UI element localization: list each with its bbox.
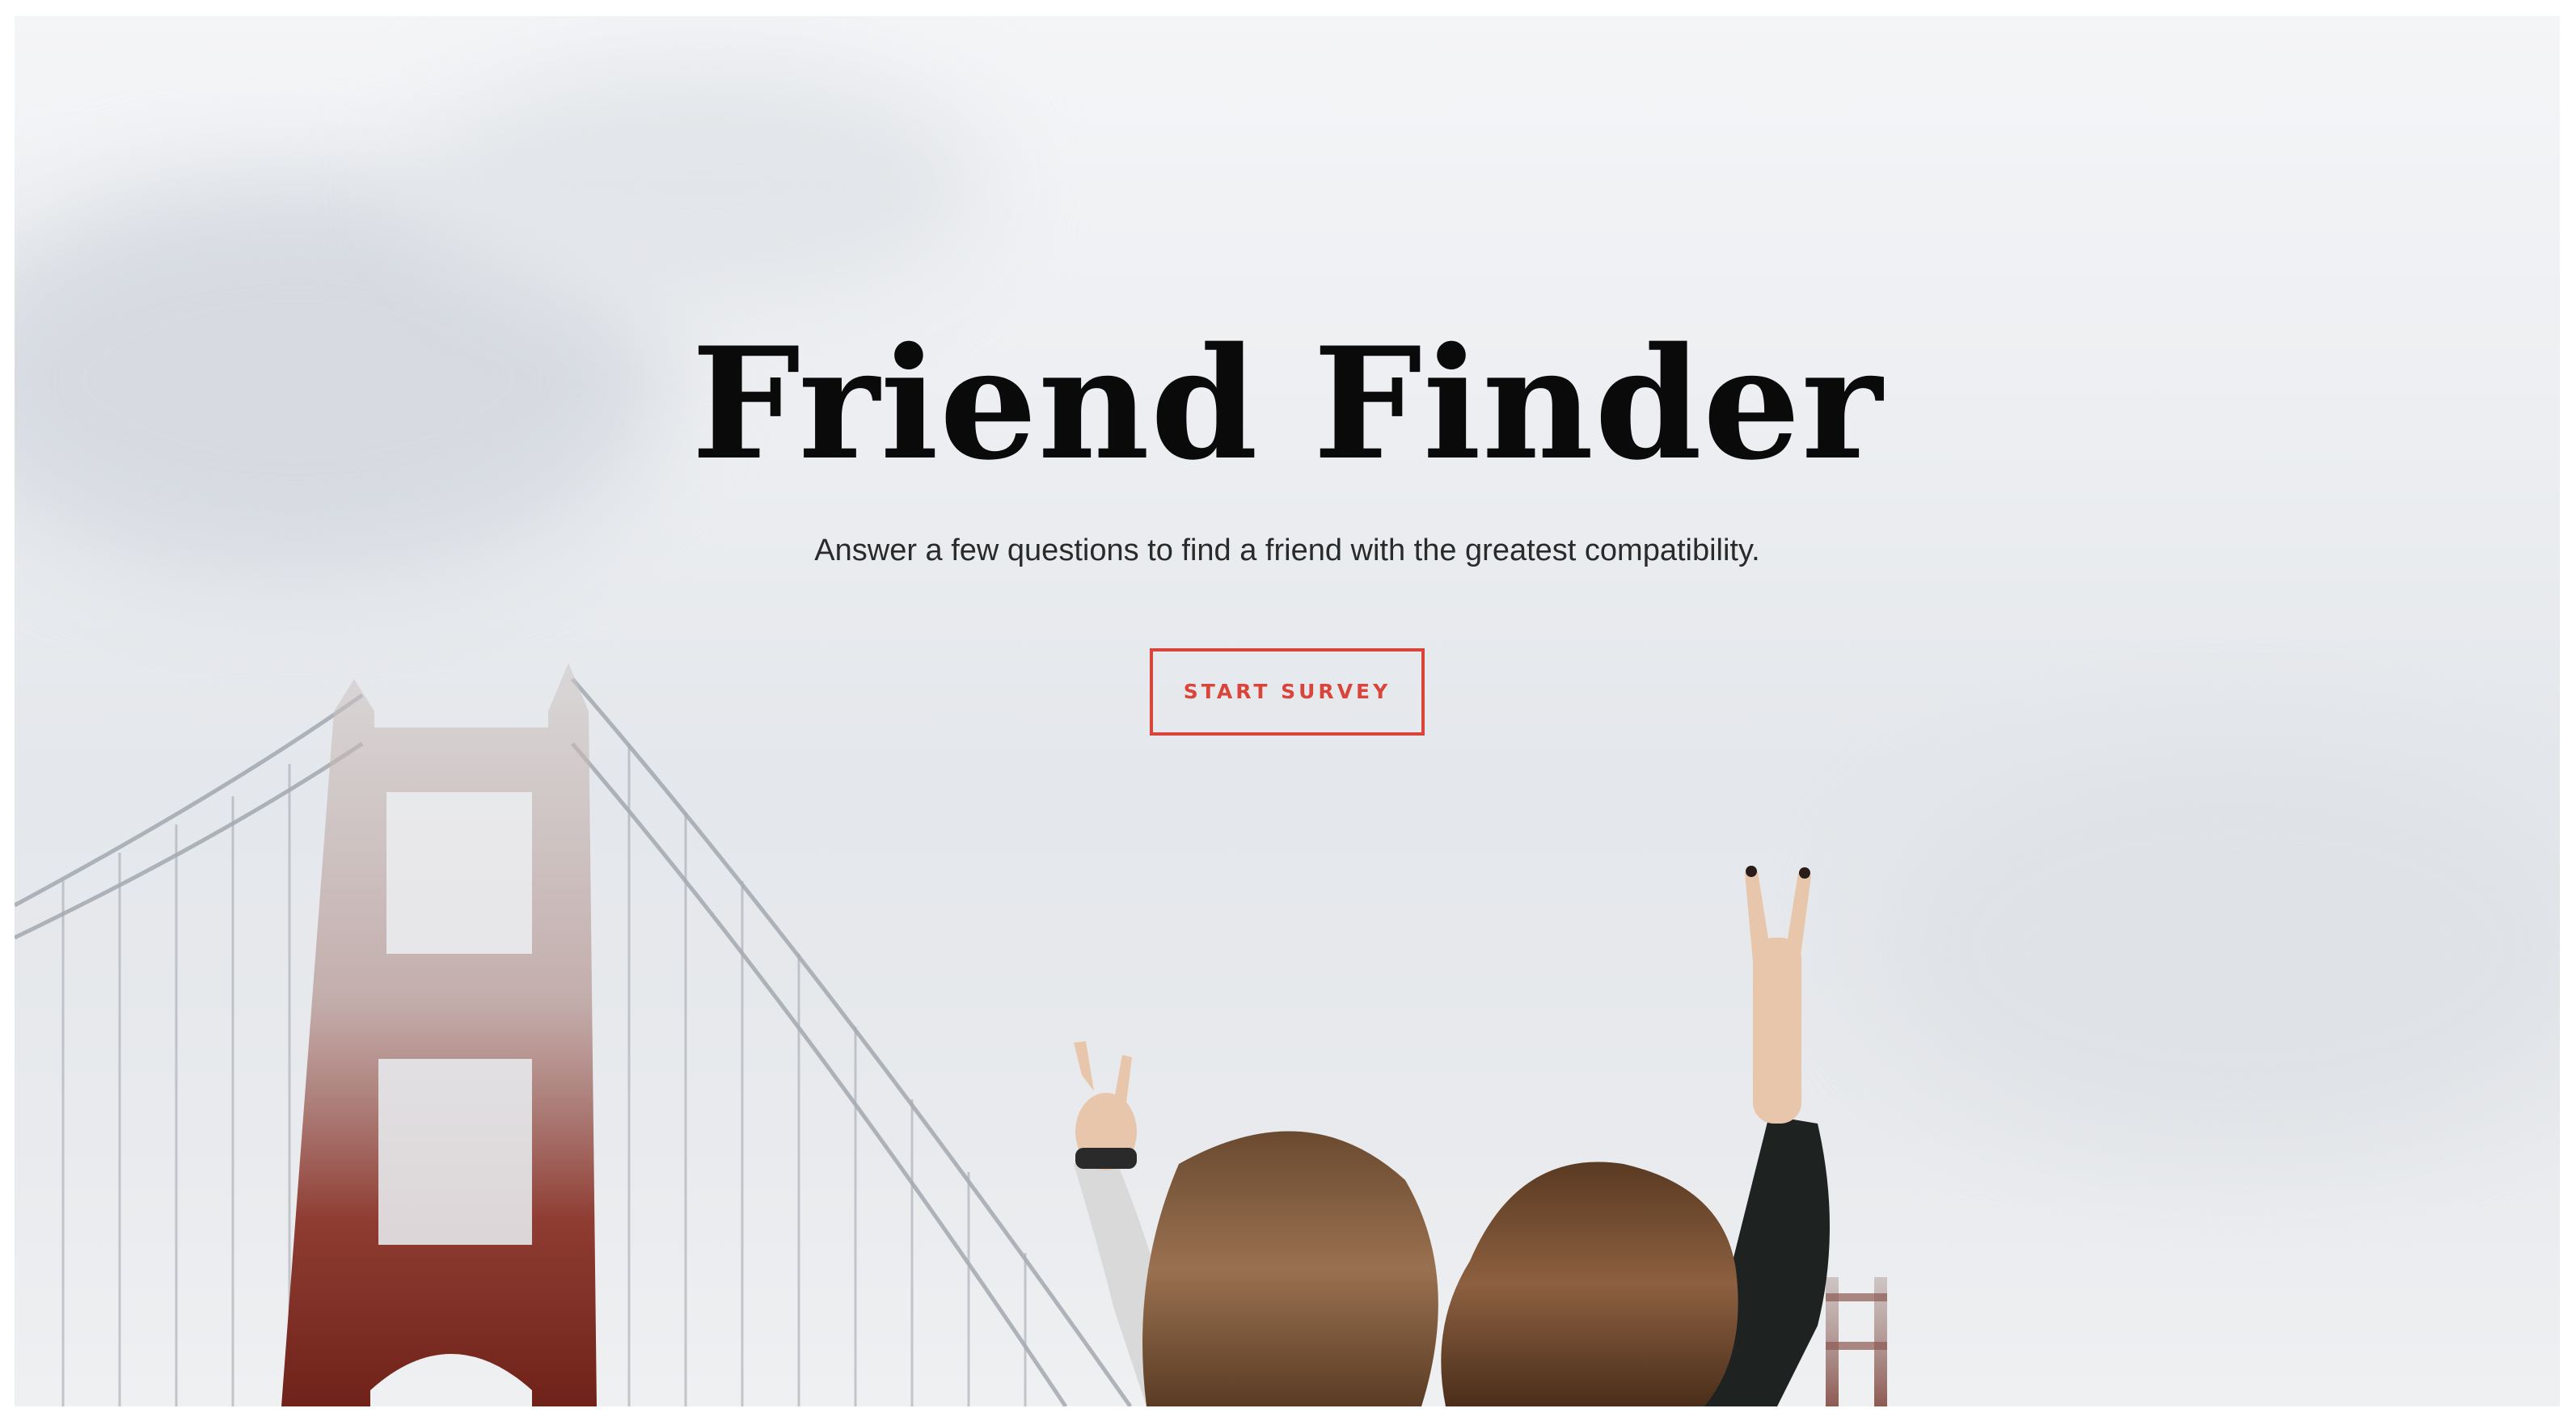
friend-right (1441, 866, 1830, 1406)
friend-left (1074, 1041, 1438, 1406)
start-survey-button[interactable]: START SURVEY (1150, 648, 1425, 736)
hero-section: Friend Finder Answer a few questions to … (15, 16, 2560, 1406)
hero-content: Friend Finder Answer a few questions to … (15, 323, 2560, 736)
page-title: Friend Finder (691, 314, 1883, 494)
far-bridge-tower (1826, 1277, 1887, 1406)
hero-subtitle: Answer a few questions to find a friend … (814, 533, 1760, 567)
bridge-tower (281, 663, 597, 1406)
